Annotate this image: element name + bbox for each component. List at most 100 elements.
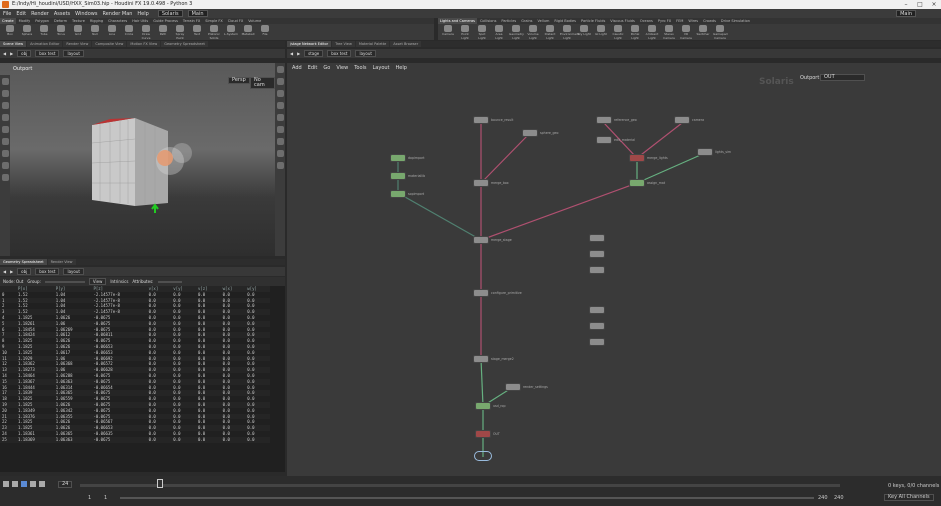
display-flag-node[interactable] (474, 451, 492, 461)
node-merge-lights[interactable] (630, 155, 644, 161)
wireframe-icon[interactable] (276, 114, 284, 121)
tool-vr-camera[interactable]: VR Camera (679, 24, 693, 40)
tool-file[interactable]: File (258, 24, 272, 37)
back-arrow-icon[interactable]: ◀ (3, 51, 6, 56)
camera-lock-icon[interactable] (276, 78, 284, 85)
workspace-select[interactable]: Main (187, 10, 208, 17)
geometry-spreadsheet[interactable]: P[x] P[y] P[z] v[x] v[y] v[z] w[x] w[y] 0 1.52 1.… (0, 286, 285, 472)
tool-gamepad-camera[interactable]: Gamepad Camera (713, 24, 728, 40)
tool-torus[interactable]: Torus (54, 24, 68, 37)
node-camera[interactable] (675, 117, 689, 123)
tool-geometry-light[interactable]: Geometry Light (509, 24, 524, 40)
node-aux[interactable] (590, 339, 604, 345)
current-frame-field[interactable]: 24 (58, 481, 73, 488)
node-dopimport[interactable] (391, 155, 405, 161)
node-merge-stage[interactable] (474, 237, 488, 243)
tool-grid[interactable]: Grid (71, 24, 85, 37)
tool-metaball[interactable]: Metaball (241, 24, 255, 37)
lock-tool-icon[interactable] (1, 90, 9, 97)
end-frame-2[interactable]: 240 (834, 495, 844, 501)
view-tool-icon[interactable] (1, 162, 9, 169)
forward-arrow-icon-2[interactable]: ▶ (10, 269, 13, 274)
tab-material-palette[interactable]: Material Palette (355, 41, 390, 47)
net-path-stage[interactable]: stage (304, 50, 324, 57)
jump-start-icon[interactable] (3, 481, 9, 487)
net-back-arrow-icon[interactable]: ◀ (290, 51, 293, 56)
node-aux[interactable] (590, 251, 604, 257)
node-out[interactable] (476, 431, 490, 437)
tool-sphere[interactable]: Sphere (20, 24, 34, 37)
node-aux[interactable] (590, 307, 604, 313)
node-reference-geo[interactable] (597, 117, 611, 123)
tool-line[interactable]: Line (105, 24, 119, 37)
net-path-layout[interactable]: layout (355, 50, 376, 57)
ss-path-box-test[interactable]: box test (35, 268, 60, 275)
start-frame[interactable]: 1 (88, 495, 91, 501)
path-obj[interactable]: obj (17, 50, 32, 57)
select-tool-icon[interactable] (1, 78, 9, 85)
visibility-icon[interactable] (276, 126, 284, 133)
jump-end-icon[interactable] (39, 481, 45, 487)
ss-intrinsics-toggle[interactable]: Intrinsics (110, 279, 128, 284)
tool-sky-light[interactable]: Sky Light (577, 24, 591, 37)
tool-distant-light[interactable]: Distant Light (543, 24, 557, 40)
tab-geometry-spreadsheet[interactable]: Geometry Spreadsheet (161, 41, 208, 47)
step-forward-icon[interactable] (30, 481, 36, 487)
handle-tool-icon[interactable] (1, 138, 9, 145)
maximize-icon[interactable]: □ (913, 0, 927, 9)
tool-gi-light[interactable]: GI Light (594, 24, 608, 37)
right-desktop-select[interactable]: Main (896, 10, 916, 17)
net-forward-arrow-icon[interactable]: ▶ (297, 51, 300, 56)
node-sopimport[interactable] (391, 191, 405, 197)
tool-tube[interactable]: Tube (37, 24, 51, 37)
ss-group-field[interactable] (44, 280, 85, 283)
node-materiallib[interactable] (391, 173, 405, 179)
key-channels-select[interactable]: Key All Channels (884, 494, 934, 501)
node-usd-rop[interactable] (476, 403, 490, 409)
node-aux[interactable] (590, 235, 604, 241)
tool-area-light[interactable]: Area Light (492, 24, 506, 40)
shading-icon[interactable] (276, 102, 284, 109)
menu-render[interactable]: Render (31, 11, 49, 17)
tool-portal-light[interactable]: Portal Light (628, 24, 642, 40)
tool-draw-curve[interactable]: Draw Curve (139, 24, 153, 40)
start-frame-2[interactable]: 1 (104, 495, 107, 501)
menu-file[interactable]: File (3, 11, 11, 17)
desktop-select[interactable]: Solaris (157, 10, 183, 17)
rotate-tool-icon[interactable] (1, 114, 9, 121)
move-handle-icon[interactable] (151, 203, 159, 213)
move-tool-icon[interactable] (1, 102, 9, 109)
ss-path-obj[interactable]: obj (17, 268, 32, 275)
end-frame[interactable]: 240 (818, 495, 828, 501)
tab-motion-fx-view[interactable]: Motion FX View (127, 41, 161, 47)
snapshot-icon[interactable] (276, 138, 284, 145)
play-icon[interactable] (21, 481, 27, 487)
tool-circle[interactable]: Circle (122, 24, 136, 37)
tab-geometry-spreadsheet-2[interactable]: Geometry Spreadsheet (0, 259, 47, 265)
node-bounce-result[interactable] (474, 117, 488, 123)
node-edit-material[interactable] (597, 137, 611, 143)
tab-render-view[interactable]: Render View (63, 41, 92, 47)
back-arrow-icon-2[interactable]: ◀ (3, 269, 6, 274)
tool-null[interactable]: Null (88, 24, 102, 37)
tool-text[interactable]: Text (190, 24, 204, 37)
frame-cursor[interactable] (157, 479, 163, 488)
ss-attributes-field[interactable] (157, 280, 182, 283)
ss-path-layout[interactable]: layout (63, 268, 84, 275)
menu-help[interactable]: Help (137, 11, 148, 17)
tool-point-light[interactable]: Point Light (458, 24, 472, 40)
node-sphere-geo[interactable] (523, 130, 537, 136)
tab-composite-view[interactable]: Composite View (92, 41, 127, 47)
node-aux[interactable] (590, 267, 604, 273)
node-merge-box[interactable] (474, 180, 488, 186)
range-slider[interactable] (120, 497, 814, 499)
network-editor[interactable]: Add Edit Go View Tools Layout Help Solar… (287, 63, 941, 476)
background-icon[interactable] (276, 162, 284, 169)
scale-tool-icon[interactable] (1, 126, 9, 133)
display-options-icon[interactable] (276, 66, 284, 73)
tool-ambient-light[interactable]: Ambient Light (645, 24, 659, 40)
table-row[interactable]: 25 1.18369 1.06363 -0.0675 0.0 0.0 0.0 0.0 0.0 (0, 436, 270, 443)
forward-arrow-icon[interactable]: ▶ (10, 51, 13, 56)
tool-path[interactable]: Path (156, 24, 170, 37)
ss-view-select[interactable]: View (88, 278, 107, 285)
